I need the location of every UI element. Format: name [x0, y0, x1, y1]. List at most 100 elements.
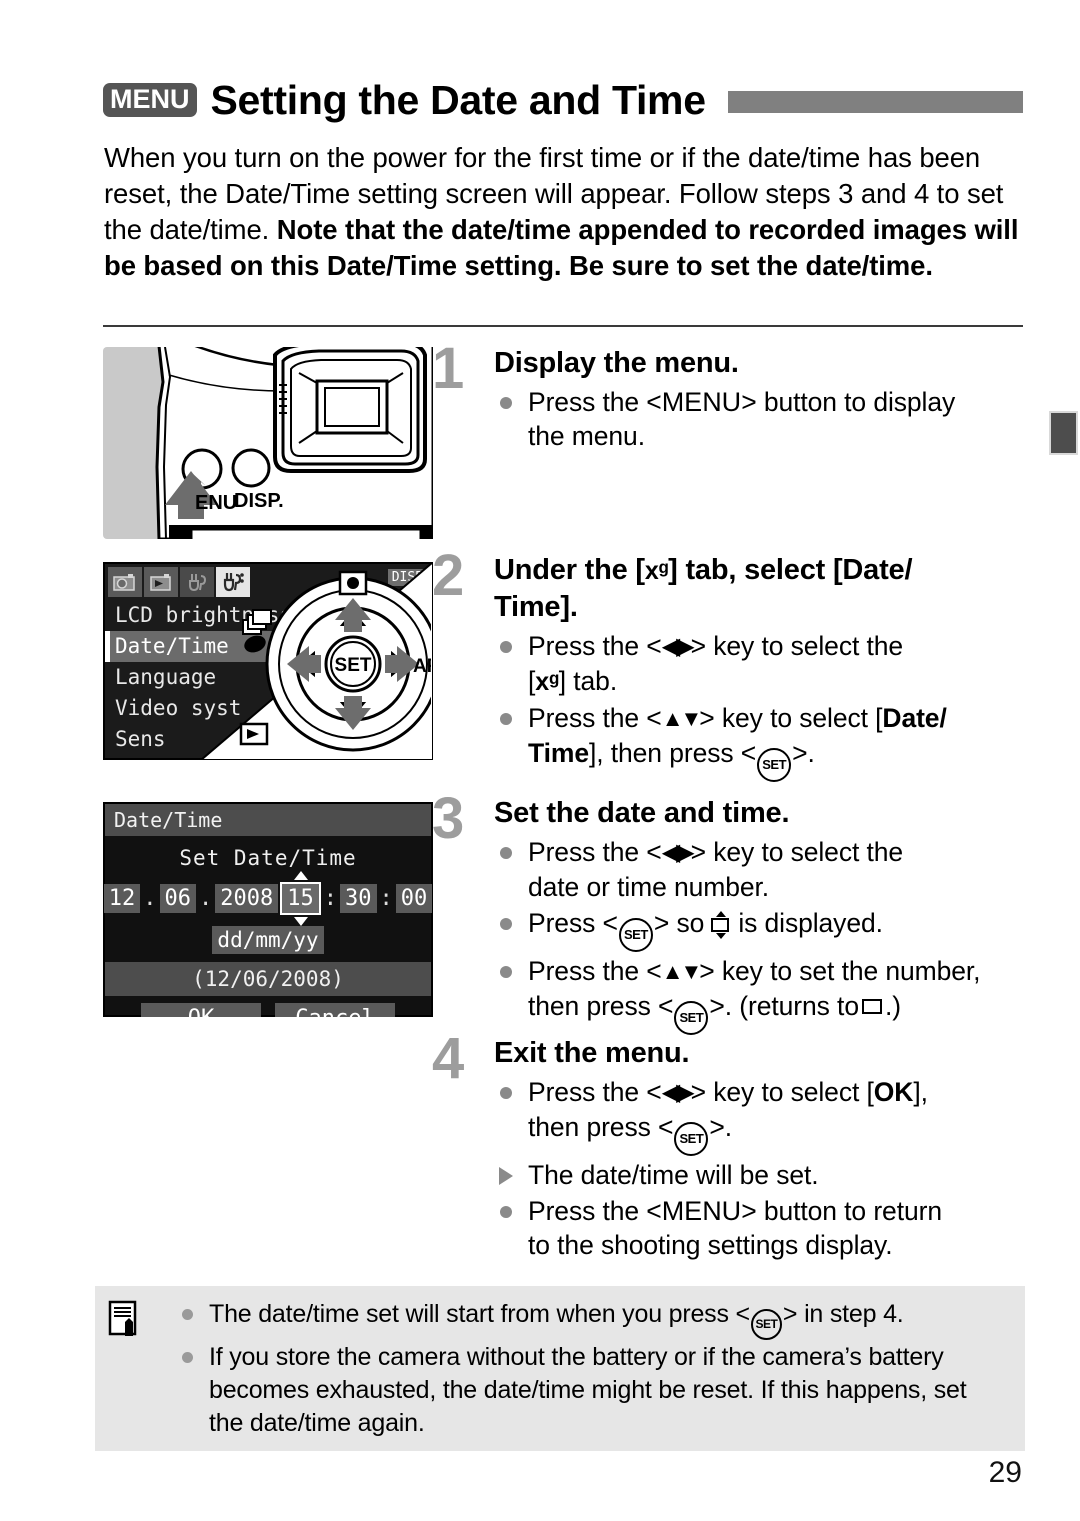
bullet-text: Press the < [528, 1196, 662, 1226]
playback-tab-icon [144, 567, 178, 597]
bullet-text: >. [792, 738, 815, 768]
step-4-body: Press the <◀▶> key to select [OK], then … [494, 1075, 1022, 1262]
page-title-row: MENU Setting the Date and Time [103, 72, 1023, 128]
up-down-key-icon: ▲▼ [661, 959, 703, 984]
bullet-dot-icon [500, 918, 512, 930]
bullet-dot-icon [500, 713, 512, 725]
bullet-text: >. (returns to [709, 991, 859, 1021]
bullet-text: Press the < [528, 703, 662, 733]
step-4-heading: Exit the menu. [494, 1037, 690, 1069]
menu-row-label: Date/Time [115, 634, 229, 658]
ok-button[interactable]: OK [141, 1003, 261, 1017]
menu-row-label: Sens [115, 727, 166, 751]
menu-row-label: Language [115, 665, 217, 689]
step-2-number: 2 [432, 543, 465, 608]
datetime-preview: (12/06/2008) [105, 962, 431, 996]
bullet-dot-icon [500, 966, 512, 978]
bullet-text: > key to select [ [699, 703, 883, 733]
bullet-text: > key to set the number, [699, 956, 981, 986]
step-4-bullet-3: Press the <MENU> button to return to the… [494, 1194, 1022, 1262]
bullet-text: Press the < [528, 956, 662, 986]
left-right-key-icon: ◀▶ [661, 839, 695, 866]
step-1-body: Press the <MENU> button to display the m… [494, 385, 1022, 453]
bullet-text: Press the < [528, 1077, 662, 1107]
svg-text:ENU: ENU [195, 492, 237, 514]
step-3-heading: Set the date and time. [494, 797, 790, 829]
date-separator: . [143, 886, 157, 911]
svg-text:DISP.: DISP. [234, 490, 284, 512]
step-4-bullet-1: Press the <◀▶> key to select [OK], then … [494, 1075, 1022, 1156]
page-title: Setting the Date and Time [210, 76, 707, 123]
datetime-dialog-title: Date/Time [105, 804, 431, 836]
bullet-text: Press < [528, 908, 618, 938]
note-text: the date/time again. [209, 1409, 425, 1437]
second-field[interactable]: 00 [395, 884, 433, 913]
bullet-text: Press the < [528, 837, 662, 867]
bullet-dot-icon [182, 1352, 193, 1363]
set-button-icon: SET [618, 918, 653, 952]
note-text: becomes exhausted, the date/time might b… [209, 1376, 967, 1404]
day-field[interactable]: 12 [103, 884, 141, 913]
time-separator: : [323, 886, 337, 911]
datetime-dialog-body: Set Date/Time 12 . 06 . 2008 15 : 30 : 0… [103, 836, 433, 962]
figure-datetime-screen: Date/Time Set Date/Time 12 . 06 . 2008 1… [103, 802, 433, 1017]
step-2: 2 Under the [xᵍ] tab, select [Date/ Time… [432, 543, 1022, 784]
setup-tab-glyph-icon: xᵍ [644, 557, 669, 585]
bullet-text: > so [653, 908, 705, 938]
setup-tab-glyph-icon: xᵍ [535, 668, 559, 696]
bullet-dot-icon [500, 1206, 512, 1218]
bullet-text: Press the < [528, 631, 662, 661]
section-divider [103, 325, 1023, 327]
camera-illustration: ENU DISP. [155, 347, 433, 539]
title-accent-bar [727, 91, 1023, 113]
month-field[interactable]: 06 [159, 884, 197, 913]
bullet-text: Press the < [528, 387, 662, 417]
step-4-number: 4 [432, 1026, 465, 1091]
datetime-subtitle: Set Date/Time [179, 846, 357, 870]
step-3-bullet-1: Press the <◀▶> key to select the date or… [494, 835, 1022, 904]
menu-button-glyph-icon: MENU [661, 387, 742, 417]
intro-paragraph: When you turn on the power for the first… [104, 140, 1019, 284]
bullet-text: > key to select the [690, 631, 904, 661]
step-2-heading: Under the [xᵍ] tab, select [Date/ Time]. [494, 552, 1022, 625]
step-1: 1 Display the menu. Press the <MENU> but… [432, 336, 1022, 455]
bullet-text: the menu. [528, 421, 645, 451]
left-right-key-icon: ◀▶ [661, 633, 695, 660]
bullet-text: then press < [528, 1112, 674, 1142]
bullet-bold-text: Time [528, 738, 589, 768]
bullet-dot-icon [500, 847, 512, 859]
step-3: 3 Set the date and time. Press the <◀▶> … [432, 790, 1022, 1037]
bullet-text: date or time number. [528, 872, 770, 902]
lcd-tab-strip [108, 567, 250, 597]
setup1-tab-icon [180, 567, 214, 597]
hour-field[interactable]: 15 [280, 871, 321, 926]
bullet-text: The date/time will be set. [528, 1160, 819, 1190]
year-field[interactable]: 2008 [215, 884, 279, 913]
datetime-button-row: OK Cancel [105, 996, 431, 1017]
step-1-number: 1 [432, 336, 465, 401]
step-1-bullet-1: Press the <MENU> button to display the m… [494, 385, 1022, 453]
datetime-format-row: dd/mm/yy [105, 926, 431, 954]
note-row-1: The date/time set will start from when y… [177, 1298, 1007, 1340]
minute-field[interactable]: 30 [340, 884, 377, 913]
bullet-text: > button to display [741, 387, 956, 417]
note-text: > in step 4. [782, 1300, 904, 1328]
step-2-heading-part-a: Under the [ [494, 554, 645, 586]
date-format-field[interactable]: dd/mm/yy [212, 926, 324, 954]
increment-arrow-icon[interactable] [293, 871, 308, 880]
note-row-2: If you store the camera without the batt… [177, 1341, 1007, 1440]
decrement-arrow-icon[interactable] [293, 917, 308, 926]
memo-icon [108, 1300, 137, 1336]
menu-row-label: Video syst [115, 696, 242, 720]
bullet-bold-text: OK [873, 1077, 914, 1107]
step-2-heading-part-b: ] tab, select [Date/ [668, 554, 913, 586]
note-list: The date/time set will start from when y… [177, 1298, 1007, 1441]
set-button-icon: SET [750, 1309, 782, 1340]
datetime-dialog: Date/Time Set Date/Time 12 . 06 . 2008 1… [103, 802, 433, 1017]
bullet-text: >. [709, 1112, 733, 1142]
set-button-icon: SET [757, 748, 792, 782]
box-with-arrows-icon [708, 911, 734, 939]
cancel-button[interactable]: Cancel [275, 1003, 395, 1017]
datetime-field-row: 12 . 06 . 2008 15 : 30 : 00 [103, 871, 433, 926]
bullet-text: ] tab. [558, 666, 618, 696]
